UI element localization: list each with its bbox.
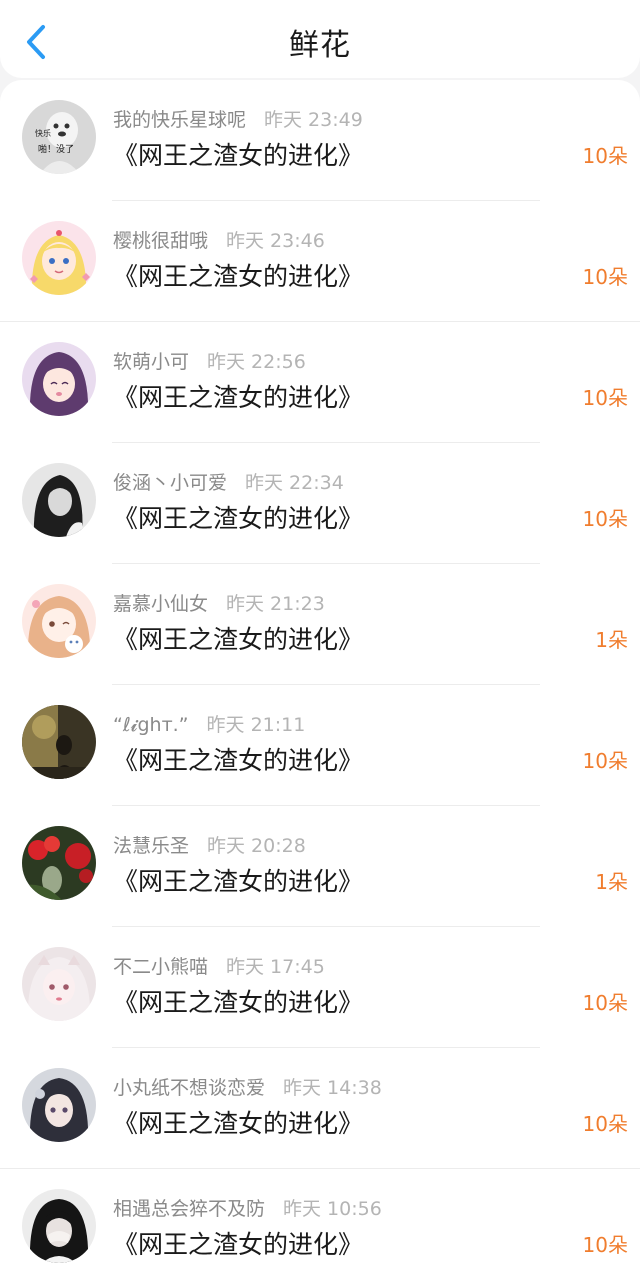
gift-time: 昨天 22:34 xyxy=(245,472,344,494)
list-item[interactable]: 快乐 啪！没了 我的快乐星球呢 昨天 23:49 《网王之渣女的进化》 10朵 xyxy=(0,80,640,201)
gift-meta: 不二小熊喵 昨天 17:45 xyxy=(113,954,325,980)
flower-count: 10朵 xyxy=(582,1112,628,1136)
gift-meta: 我的快乐星球呢 昨天 23:49 xyxy=(113,107,363,133)
gift-time: 昨天 23:46 xyxy=(226,230,325,252)
list-item[interactable]: 小丸纸不想谈恋爱 昨天 14:38 《网王之渣女的进化》 10朵 xyxy=(0,1048,640,1169)
avatar[interactable] xyxy=(22,584,96,658)
book-title[interactable]: 《网王之渣女的进化》 xyxy=(113,866,363,898)
list-item[interactable]: 相遇总会猝不及防 昨天 10:56 《网王之渣女的进化》 10朵 xyxy=(0,1169,640,1276)
flower-count: 10朵 xyxy=(582,749,628,773)
avatar[interactable] xyxy=(22,1068,96,1142)
top-nav-bar: 鲜花 xyxy=(0,0,640,78)
gift-time: 昨天 10:56 xyxy=(283,1198,382,1220)
list-item[interactable]: 不二小熊喵 昨天 17:45 《网王之渣女的进化》 10朵 xyxy=(0,927,640,1048)
list-item[interactable]: 嘉慕小仙女 昨天 21:23 《网王之渣女的进化》 1朵 xyxy=(0,564,640,685)
flower-count: 10朵 xyxy=(582,1233,628,1257)
nickname[interactable]: 小丸纸不想谈恋爱 xyxy=(113,1077,265,1099)
flower-count: 10朵 xyxy=(582,386,628,410)
nickname[interactable]: 软萌小可 xyxy=(113,351,189,373)
nickname[interactable]: 俊涵丶小可爱 xyxy=(113,472,227,494)
book-title[interactable]: 《网王之渣女的进化》 xyxy=(113,624,363,656)
gift-meta: “ℓ𝓲ghт.” 昨天 21:11 xyxy=(113,712,305,738)
avatar-text: 啪！没了 xyxy=(38,143,74,155)
flower-count: 1朵 xyxy=(595,870,628,894)
flower-gift-list: 快乐 啪！没了 我的快乐星球呢昨天 23:49 《网王之渣女的进化》 10朵 xyxy=(0,80,640,1276)
list-item[interactable]: 樱桃很甜哦 昨天 23:46 《网王之渣女的进化》 10朵 xyxy=(0,201,640,322)
gift-meta: 俊涵丶小可爱 昨天 22:34 xyxy=(113,470,344,496)
gift-time: 昨天 14:38 xyxy=(283,1077,382,1099)
nickname[interactable]: 法慧乐圣 xyxy=(113,835,189,857)
book-title[interactable]: 《网王之渣女的进化》 xyxy=(113,382,363,414)
gift-meta: 相遇总会猝不及防 昨天 10:56 xyxy=(113,1196,382,1222)
book-title[interactable]: 《网王之渣女的进化》 xyxy=(113,987,363,1019)
gift-time: 昨天 20:28 xyxy=(207,835,306,857)
list-item[interactable]: 软萌小可 昨天 22:56 《网王之渣女的进化》 10朵 xyxy=(0,322,640,443)
gift-meta: 软萌小可 昨天 22:56 xyxy=(113,349,306,375)
gift-meta: 法慧乐圣 昨天 20:28 xyxy=(113,833,306,859)
avatar-text: 快乐 xyxy=(35,128,51,138)
gift-time: 昨天 22:56 xyxy=(207,351,306,373)
nickname[interactable]: “ℓ𝓲ghт.” xyxy=(113,714,189,736)
book-title[interactable]: 《网王之渣女的进化》 xyxy=(113,1108,363,1140)
avatar[interactable] xyxy=(22,826,96,900)
avatar[interactable]: 快乐 啪！没了 xyxy=(22,100,96,174)
book-title[interactable]: 《网王之渣女的进化》 xyxy=(113,140,363,172)
page-title: 鲜花 xyxy=(289,28,351,63)
book-title[interactable]: 《网王之渣女的进化》 xyxy=(113,1229,363,1261)
book-title[interactable]: 《网王之渣女的进化》 xyxy=(113,745,363,777)
avatar[interactable] xyxy=(22,1189,96,1263)
avatar[interactable] xyxy=(22,947,96,1021)
gift-meta: 嘉慕小仙女 昨天 21:23 xyxy=(113,591,325,617)
nickname[interactable]: 嘉慕小仙女 xyxy=(113,593,208,615)
avatar[interactable] xyxy=(22,221,96,295)
gift-time: 昨天 21:23 xyxy=(226,593,325,615)
list-item[interactable]: “ℓ𝓲ghт.” 昨天 21:11 《网王之渣女的进化》 10朵 xyxy=(0,685,640,806)
avatar[interactable] xyxy=(22,463,96,537)
nickname[interactable]: 我的快乐星球呢 xyxy=(113,109,246,131)
gift-meta: 樱桃很甜哦 昨天 23:46 xyxy=(113,228,325,254)
gift-meta: 小丸纸不想谈恋爱 昨天 14:38 xyxy=(113,1075,382,1101)
book-title[interactable]: 《网王之渣女的进化》 xyxy=(113,261,363,293)
nickname[interactable]: 相遇总会猝不及防 xyxy=(113,1198,265,1220)
gift-time: 昨天 23:49 xyxy=(264,109,363,131)
flower-count: 10朵 xyxy=(582,265,628,289)
list-item[interactable]: 俊涵丶小可爱 昨天 22:34 《网王之渣女的进化》 10朵 xyxy=(0,443,640,564)
gift-time: 昨天 21:11 xyxy=(206,714,306,736)
avatar[interactable] xyxy=(22,705,96,779)
gift-time: 昨天 17:45 xyxy=(226,956,325,978)
flower-count: 1朵 xyxy=(595,628,628,652)
list-item[interactable]: 法慧乐圣 昨天 20:28 《网王之渣女的进化》 1朵 xyxy=(0,806,640,927)
nickname[interactable]: 不二小熊喵 xyxy=(113,956,208,978)
flower-count: 10朵 xyxy=(582,144,628,168)
nickname[interactable]: 樱桃很甜哦 xyxy=(113,230,208,252)
book-title[interactable]: 《网王之渣女的进化》 xyxy=(113,503,363,535)
flower-count: 10朵 xyxy=(582,507,628,531)
flower-count: 10朵 xyxy=(582,991,628,1015)
avatar[interactable] xyxy=(22,342,96,416)
